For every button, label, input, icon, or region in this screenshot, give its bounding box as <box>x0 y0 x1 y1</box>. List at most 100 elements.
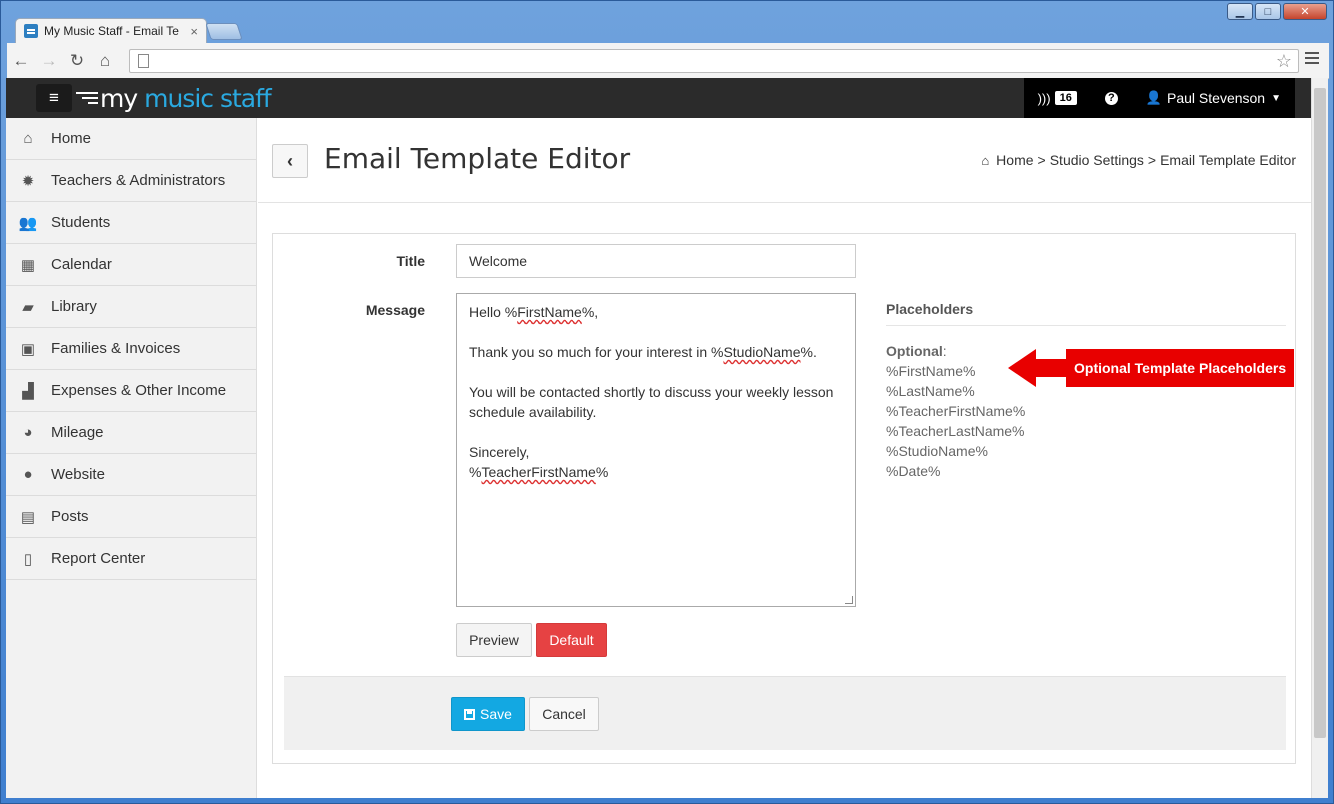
spellcheck-word: TeacherFirstName <box>481 464 596 480</box>
scrollbar[interactable] <box>1311 78 1328 798</box>
sidebar-item-label: Students <box>51 214 111 231</box>
file-icon: ▯ <box>23 550 33 568</box>
message-contact: You will be contacted shortly to discuss… <box>469 384 834 420</box>
sidebar-item-posts[interactable]: ▤ Posts <box>6 496 256 538</box>
message-signature: %TeacherFirstName% <box>469 462 843 482</box>
form-actions: Save Cancel <box>284 676 1286 750</box>
annotation-callout: Optional Template Placeholders <box>1008 349 1295 387</box>
sidebar-item-students[interactable]: 👥 Students <box>6 202 256 244</box>
page-icon <box>138 54 149 68</box>
callout-text: Optional Template Placeholders <box>1066 349 1295 387</box>
scrollbar-thumb[interactable] <box>1314 88 1326 738</box>
sidebar: ⌂ Home ✹ Teachers & Administrators 👥 Stu… <box>6 118 257 798</box>
help-button[interactable]: ? <box>1091 78 1132 118</box>
text-run: % <box>595 464 609 480</box>
placeholders-heading: Placeholders <box>886 301 1286 326</box>
bookmark-star-icon[interactable]: ☆ <box>1276 51 1292 72</box>
breadcrumb-home[interactable]: Home <box>996 152 1033 168</box>
sidebar-item-expenses[interactable]: ▟ Expenses & Other Income <box>6 370 256 412</box>
page-header: ‹ Email Template Editor ⌂ Home > Studio … <box>258 118 1311 203</box>
text-run: %. <box>800 344 817 360</box>
placeholder-item: %Date% <box>886 463 941 479</box>
logo-text: my music staff <box>100 83 272 113</box>
sidebar-item-label: Families & Invoices <box>51 340 181 357</box>
editor-panel: Title Welcome Message Hello %FirstName%,… <box>272 233 1296 764</box>
gear-badge-icon: ✹ <box>21 172 35 190</box>
maximize-icon[interactable]: □ <box>1255 3 1281 20</box>
chevron-left-icon: ‹ <box>287 150 293 171</box>
sidebar-item-teachers[interactable]: ✹ Teachers & Administrators <box>6 160 256 202</box>
bar-chart-icon: ▟ <box>22 382 34 400</box>
navbar-right: ))) 16 ? 👤 Paul Stevenson ▼ <box>1023 78 1295 118</box>
menu-toggle-button[interactable]: ≡ <box>36 84 72 112</box>
default-button[interactable]: Default <box>536 623 607 657</box>
optional-label-row: Optional: <box>886 343 947 359</box>
message-sincerely: Sincerely, <box>469 444 530 460</box>
logo[interactable]: my music staff <box>74 83 272 113</box>
save-button[interactable]: Save <box>451 697 525 731</box>
cancel-button[interactable]: Cancel <box>529 697 599 731</box>
address-bar[interactable]: ☆ <box>129 49 1299 73</box>
sidebar-item-label: Library <box>51 298 97 315</box>
dashboard-icon: ◕ <box>23 424 33 441</box>
sidebar-item-calendar[interactable]: ▦ Calendar <box>6 244 256 286</box>
new-tab-button[interactable] <box>205 23 243 40</box>
placeholder-item: %TeacherFirstName% <box>886 403 1026 419</box>
browser-menu-icon[interactable] <box>1305 52 1319 64</box>
text-run: Hello % <box>469 304 518 320</box>
notifications-button[interactable]: ))) 16 <box>1024 78 1091 118</box>
page-title: Email Template Editor <box>324 142 631 175</box>
sidebar-item-home[interactable]: ⌂ Home <box>6 118 256 160</box>
sidebar-item-families[interactable]: ▣ Families & Invoices <box>6 328 256 370</box>
placeholder-item: %TeacherLastName% <box>886 423 1025 439</box>
user-menu[interactable]: 👤 Paul Stevenson ▼ <box>1132 78 1295 118</box>
user-icon: 👤 <box>1145 90 1163 105</box>
placeholder-item: %FirstName% <box>886 363 976 379</box>
red-arrow-icon <box>1008 349 1036 387</box>
spellcheck-word: FirstName <box>517 304 582 320</box>
forward-arrow-icon[interactable]: → <box>35 51 63 71</box>
preview-button[interactable]: Preview <box>456 623 532 657</box>
home-browser-icon[interactable]: ⌂ <box>91 51 119 71</box>
placeholders-list: Optional: %FirstName% %LastName% %Teache… <box>886 341 1025 481</box>
logo-lines-icon <box>74 92 98 104</box>
message-textarea[interactable]: Hello %FirstName%, Thank you so much for… <box>456 293 856 607</box>
text-run: %, <box>581 304 599 320</box>
favicon-icon <box>24 24 38 38</box>
tab-close-icon[interactable]: × <box>190 24 198 39</box>
user-name: Paul Stevenson <box>1167 90 1266 106</box>
sidebar-item-label: Report Center <box>51 550 146 567</box>
minimize-icon[interactable]: ▁ <box>1227 3 1253 20</box>
money-icon: ▣ <box>20 340 36 358</box>
tab-title: My Music Staff - Email Te <box>44 24 179 38</box>
back-button[interactable]: ‹ <box>272 144 308 178</box>
sidebar-item-label: Mileage <box>51 424 104 441</box>
breadcrumb-home-icon: ⌂ <box>981 152 990 168</box>
browser-toolbar: ← → ↻ ⌂ ☆ <box>7 43 1329 79</box>
browser-tab[interactable]: My Music Staff - Email Te × <box>15 18 207 43</box>
sidebar-item-label: Calendar <box>51 256 112 273</box>
breadcrumb-separator: > <box>1147 152 1157 168</box>
title-label: Title <box>396 253 425 269</box>
logo-music-staff: music staff <box>144 83 272 113</box>
back-arrow-icon[interactable]: ← <box>7 51 35 71</box>
sidebar-item-website[interactable]: ● Website <box>6 454 256 496</box>
logo-my: my <box>100 83 138 113</box>
sidebar-item-mileage[interactable]: ◕ Mileage <box>6 412 256 454</box>
sidebar-item-label: Teachers & Administrators <box>51 172 226 189</box>
red-arrow-tail <box>1036 359 1066 377</box>
title-input[interactable]: Welcome <box>456 244 856 278</box>
sidebar-item-library[interactable]: ▰ Library <box>6 286 256 328</box>
breadcrumb: ⌂ Home > Studio Settings > Email Templat… <box>981 152 1296 168</box>
notification-count-badge: 16 <box>1054 91 1077 105</box>
users-icon: 👥 <box>18 214 38 232</box>
placeholder-item: %LastName% <box>886 383 975 399</box>
breadcrumb-studio-settings[interactable]: Studio Settings <box>1050 152 1144 168</box>
sidebar-item-label: Posts <box>51 508 89 525</box>
rss-icon: ))) <box>1037 90 1051 106</box>
close-window-icon[interactable]: ✕ <box>1283 3 1327 20</box>
sidebar-item-report-center[interactable]: ▯ Report Center <box>6 538 256 580</box>
resize-handle-icon[interactable] <box>845 596 853 604</box>
book-icon: ▰ <box>22 298 34 316</box>
reload-icon[interactable]: ↻ <box>63 51 91 71</box>
